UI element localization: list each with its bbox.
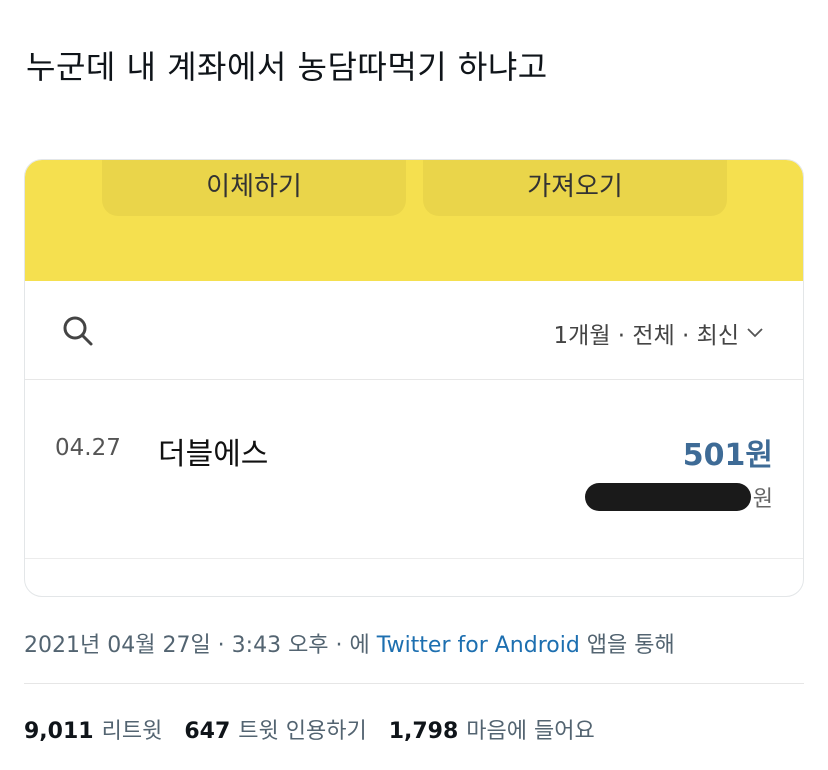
like-label: 마음에 들어요 xyxy=(466,719,595,744)
retweet-label: 리트윗 xyxy=(101,719,163,744)
card-header: 이체하기 가져오기 xyxy=(25,160,803,281)
tweet-source-link[interactable]: Twitter for Android xyxy=(377,633,580,658)
tweet-meta: 2021년 04월 27일 · 3:43 오후 · 에 Twitter for … xyxy=(24,627,675,659)
retweet-count: 9,011 xyxy=(24,719,94,744)
transfer-button-label: 이체하기 xyxy=(206,171,302,202)
tweet-time[interactable]: 3:43 오후 xyxy=(232,633,329,658)
filter-dropdown[interactable]: 1개월 · 전체 · 최신 xyxy=(554,316,763,350)
filter-bar: 1개월 · 전체 · 최신 xyxy=(25,281,803,380)
search-icon[interactable] xyxy=(62,315,94,347)
transaction-name: 더블에스 xyxy=(158,437,269,472)
bring-money-button[interactable]: 가져오기 xyxy=(423,160,727,216)
bank-screenshot-card: 이체하기 가져오기 1개월 · 전체 · 최신 04.27 더블에스 501원 … xyxy=(24,159,804,597)
balance-unit: 원 xyxy=(752,487,773,512)
meta-suffix: 앱을 통해 xyxy=(579,633,675,658)
transaction-balance: 원 xyxy=(584,481,773,513)
quote-count: 647 xyxy=(184,719,231,744)
bring-money-button-label: 가져오기 xyxy=(527,171,623,202)
filter-label: 1개월 · 전체 · 최신 xyxy=(553,323,739,349)
quote-label: 트윗 인용하기 xyxy=(238,719,367,744)
meta-separator: · xyxy=(210,633,232,658)
quote-stat[interactable]: 647 트윗 인용하기 xyxy=(184,713,366,745)
meta-separator: · 에 xyxy=(328,633,377,658)
like-stat[interactable]: 1,798 마음에 들어요 xyxy=(389,713,595,745)
transaction-amount: 501원 xyxy=(682,438,773,473)
transfer-button[interactable]: 이체하기 xyxy=(102,160,406,216)
retweet-stat[interactable]: 9,011 리트윗 xyxy=(24,713,162,745)
transaction-row[interactable]: 04.27 더블에스 501원 원 xyxy=(25,381,803,559)
redacted-balance xyxy=(584,483,751,511)
tweet-date: 2021년 04월 27일 xyxy=(24,633,211,658)
tweet-text: 누군데 내 계좌에서 농담따먹기 하냐고 xyxy=(26,48,548,86)
divider xyxy=(24,683,804,684)
tweet-stats: 9,011 리트윗 647 트윗 인용하기 1,798 마음에 들어요 xyxy=(24,713,595,745)
like-count: 1,798 xyxy=(388,719,459,744)
transaction-date: 04.27 xyxy=(55,435,121,461)
chevron-down-icon xyxy=(747,328,763,338)
